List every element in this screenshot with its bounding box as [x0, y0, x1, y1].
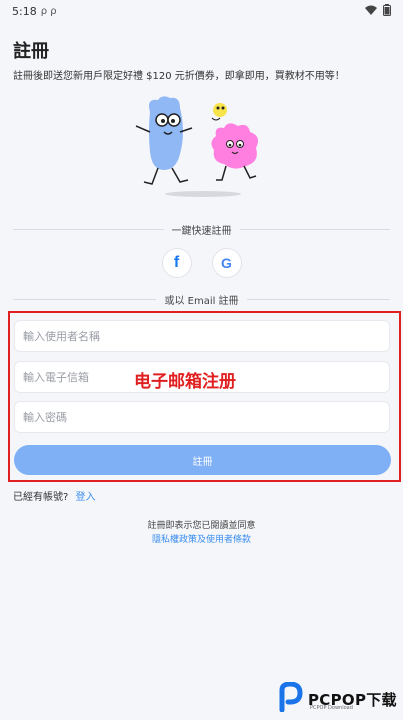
password-input[interactable]: [14, 401, 390, 433]
status-right: [365, 3, 391, 19]
notification-icons: ρ ρ: [40, 5, 57, 17]
brand-subtitle: PCPOP Download: [310, 705, 353, 711]
page-title: 註冊: [13, 41, 49, 62]
login-link[interactable]: 登入: [76, 492, 96, 503]
battery-icon: [383, 3, 391, 19]
divider-line: [246, 299, 391, 300]
username-input[interactable]: [14, 320, 390, 352]
mascot-illustration: [128, 92, 278, 202]
login-prompt-text: 已經有帳號?: [13, 492, 69, 503]
quick-register-divider: 一鍵快速註冊: [13, 222, 390, 237]
status-left: 5:18 ρ ρ: [12, 5, 57, 18]
wifi-icon: [365, 5, 377, 18]
facebook-login-button[interactable]: f: [161, 248, 192, 278]
email-register-divider: 或以 Email 註冊: [13, 292, 391, 307]
overlay-label: 电子邮箱注册: [134, 372, 236, 392]
google-login-button[interactable]: G: [211, 248, 242, 278]
terms-text: 註冊即表示您已閱讀並同意: [147, 521, 256, 531]
google-icon: G: [221, 255, 232, 271]
promo-text: 註冊後即送您新用戶限定好禮 $120 元折價券，即拿即用，買教材不用等！: [13, 71, 345, 82]
status-bar: 5:18 ρ ρ: [0, 0, 403, 22]
divider-line: [13, 299, 157, 300]
facebook-icon: f: [173, 254, 180, 271]
divider-line: [13, 229, 164, 230]
quick-register-label: 一鍵快速註冊: [171, 226, 232, 237]
register-button[interactable]: 註冊: [14, 445, 391, 475]
email-register-label: 或以 Email 註冊: [164, 296, 239, 307]
status-time: 5:18: [12, 4, 37, 18]
divider-line: [239, 229, 390, 230]
pcpop-logo-icon: [278, 681, 304, 716]
terms-link[interactable]: 隱私權政策及使用者條款: [0, 532, 403, 545]
login-prompt: 已經有帳號? 登入: [13, 488, 96, 503]
social-login-row: f G: [0, 248, 403, 278]
